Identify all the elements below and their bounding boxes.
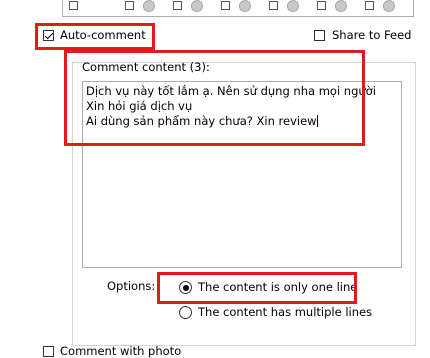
comment-with-photo-checkbox[interactable]	[43, 346, 54, 357]
emoji-checkbox[interactable]	[69, 1, 78, 10]
radio-multi-line[interactable]	[179, 306, 192, 319]
emoji-icon	[143, 0, 155, 12]
highlight-comment-content	[64, 50, 365, 146]
emoji-checkbox[interactable]	[125, 1, 134, 10]
emoji-icon	[335, 0, 347, 12]
emoji-checkbox[interactable]	[365, 1, 374, 10]
emoji-icon	[383, 0, 395, 12]
emoji-checkbox[interactable]	[173, 1, 182, 10]
multi-line-label[interactable]: The content has multiple lines	[198, 305, 372, 319]
emoji-icon	[239, 0, 251, 12]
share-to-feed-label[interactable]: Share to Feed	[332, 28, 411, 42]
share-to-feed-checkbox[interactable]	[314, 30, 325, 41]
comment-with-photo-label[interactable]: Comment with photo	[60, 344, 181, 358]
emoji-checkbox[interactable]	[269, 1, 278, 10]
highlight-auto-comment	[35, 23, 155, 50]
emoji-checkbox[interactable]	[221, 1, 230, 10]
options-label: Options:	[107, 279, 156, 293]
emoji-reaction-strip	[62, 0, 414, 17]
emoji-checkbox[interactable]	[317, 1, 326, 10]
highlight-one-line-option	[157, 272, 357, 304]
emoji-icon	[287, 0, 299, 12]
emoji-icon	[191, 0, 203, 12]
